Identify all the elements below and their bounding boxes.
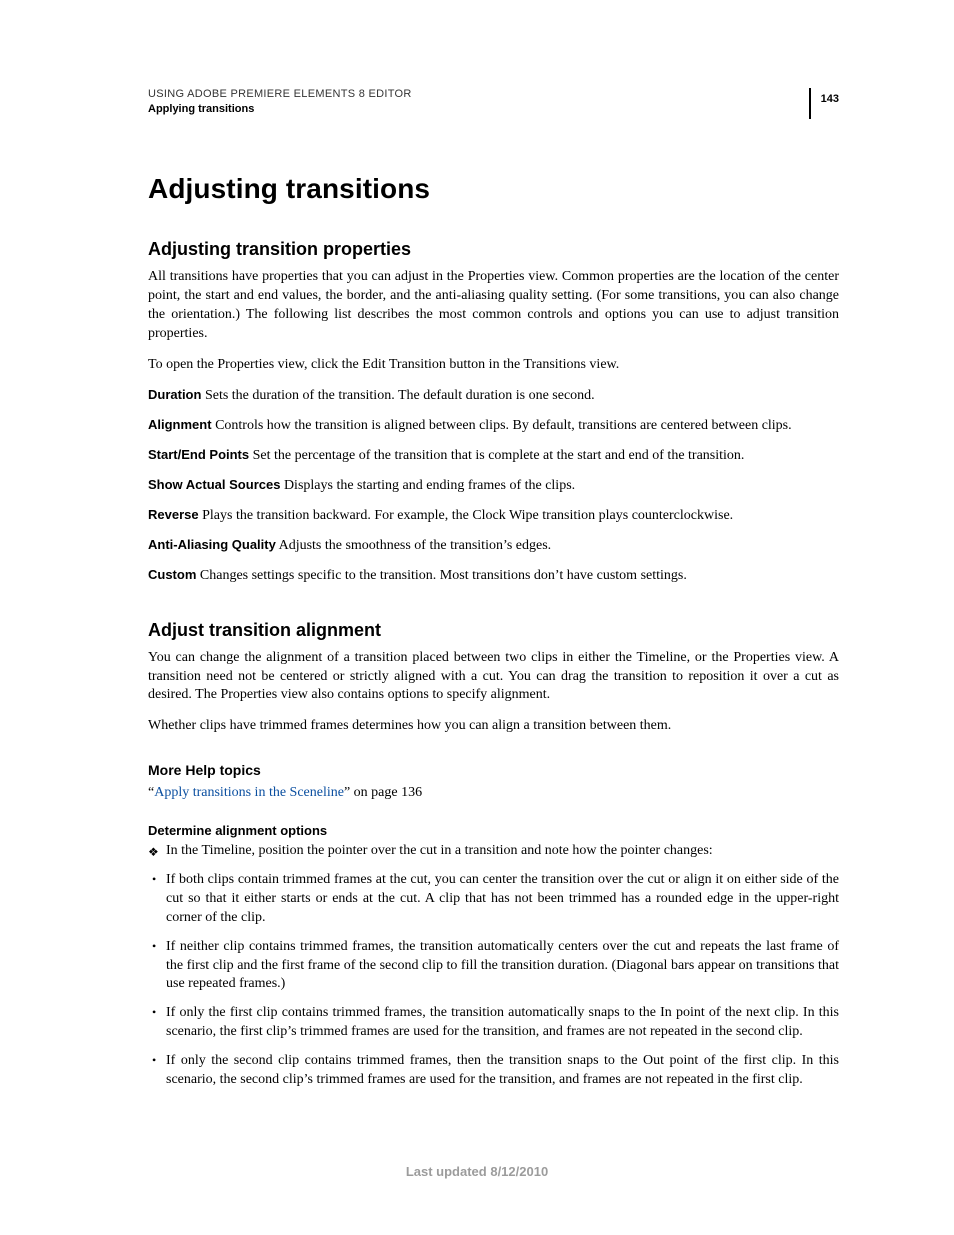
xref-suffix: ” on page 136 <box>344 785 422 800</box>
determine-alignment-heading: Determine alignment options <box>148 823 839 838</box>
header-section: Applying transitions <box>148 103 809 115</box>
section-2-title: Adjust transition alignment <box>148 620 839 641</box>
prop-duration: Duration Sets the duration of the transi… <box>148 386 839 406</box>
prop-reverse: Reverse Plays the transition backward. F… <box>148 506 839 526</box>
prop-term: Duration <box>148 387 201 402</box>
prop-term: Alignment <box>148 417 212 432</box>
section-1-para-1: All transitions have properties that you… <box>148 268 839 344</box>
more-help-heading: More Help topics <box>148 762 839 778</box>
prop-custom: Custom Changes settings specific to the … <box>148 566 839 586</box>
prop-term: Anti-Aliasing Quality <box>148 537 276 552</box>
prop-term: Show Actual Sources <box>148 477 280 492</box>
lead-text: In the Timeline, position the pointer ov… <box>166 843 713 858</box>
prop-term: Reverse <box>148 507 199 522</box>
list-item: If neither clip contains trimmed frames,… <box>148 938 839 995</box>
page-title: Adjusting transitions <box>148 173 839 205</box>
xref-link[interactable]: Apply transitions in the Sceneline <box>154 785 344 800</box>
section-1-title: Adjusting transition properties <box>148 239 839 260</box>
prop-desc: Adjusts the smoothness of the transition… <box>279 538 552 553</box>
prop-show-actual: Show Actual Sources Displays the startin… <box>148 476 839 496</box>
diamond-icon: ❖ <box>148 844 159 860</box>
list-item: If only the second clip contains trimmed… <box>148 1052 839 1090</box>
prop-desc: Controls how the transition is aligned b… <box>215 418 792 433</box>
prop-desc: Set the percentage of the transition tha… <box>253 448 745 463</box>
prop-desc: Displays the starting and ending frames … <box>284 478 575 493</box>
prop-start-end: Start/End Points Set the percentage of t… <box>148 446 839 466</box>
prop-term: Start/End Points <box>148 447 249 462</box>
list-item: If only the first clip contains trimmed … <box>148 1004 839 1042</box>
alignment-bullets: If both clips contain trimmed frames at … <box>148 871 839 1090</box>
header-left: USING ADOBE PREMIERE ELEMENTS 8 EDITOR A… <box>148 88 809 115</box>
prop-term: Custom <box>148 567 196 582</box>
lead-line: ❖ In the Timeline, position the pointer … <box>148 842 839 861</box>
prop-desc: Plays the transition backward. For examp… <box>202 508 733 523</box>
section-1-para-2: To open the Properties view, click the E… <box>148 356 839 375</box>
prop-anti-aliasing: Anti-Aliasing Quality Adjusts the smooth… <box>148 536 839 556</box>
page-header: USING ADOBE PREMIERE ELEMENTS 8 EDITOR A… <box>148 88 839 119</box>
prop-desc: Sets the duration of the transition. The… <box>205 388 595 403</box>
section-2-para-2: Whether clips have trimmed frames determ… <box>148 717 839 736</box>
header-product: USING ADOBE PREMIERE ELEMENTS 8 EDITOR <box>148 88 809 100</box>
prop-desc: Changes settings specific to the transit… <box>200 568 687 583</box>
page-number: 143 <box>809 88 839 119</box>
xref-line: “Apply transitions in the Sceneline” on … <box>148 784 839 803</box>
section-2-para-1: You can change the alignment of a transi… <box>148 649 839 706</box>
list-item: If both clips contain trimmed frames at … <box>148 871 839 928</box>
footer-last-updated: Last updated 8/12/2010 <box>0 1164 954 1179</box>
prop-alignment: Alignment Controls how the transition is… <box>148 416 839 436</box>
page: USING ADOBE PREMIERE ELEMENTS 8 EDITOR A… <box>0 0 954 1235</box>
